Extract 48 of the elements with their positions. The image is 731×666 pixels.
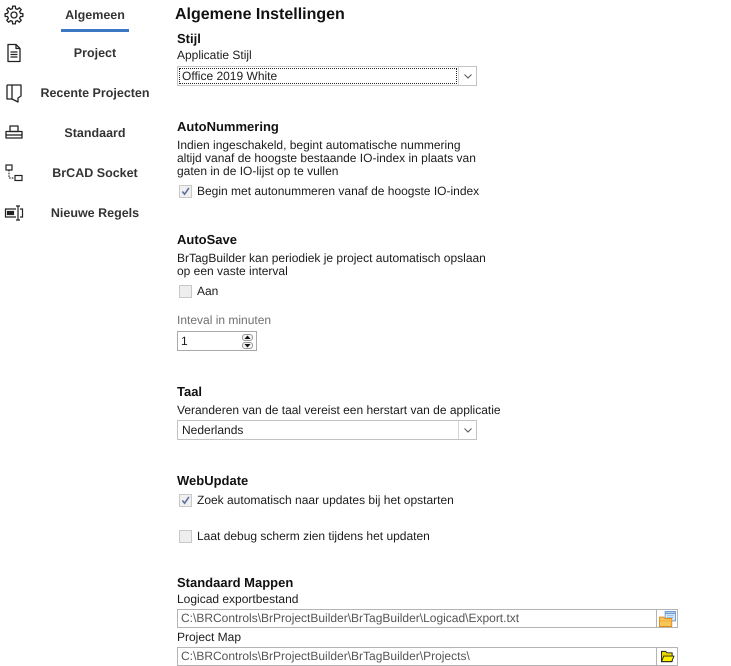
browse-button[interactable] xyxy=(656,648,677,665)
combobox[interactable]: Office 2019 White xyxy=(177,66,477,86)
sidebar-tab[interactable]: Standaard xyxy=(0,118,170,158)
path-field[interactable]: C:\BRControls\BrProjectBuilder\BrTagBuilder\Projects\ xyxy=(177,647,678,666)
combobox[interactable]: Nederlands xyxy=(177,420,477,440)
sidebar-tab[interactable]: BrCAD Socket xyxy=(0,158,170,198)
checkbox-label[interactable]: Aan xyxy=(197,284,218,298)
chevron-down-icon xyxy=(464,428,472,432)
checkbox-label[interactable]: Laat debug scherm zien tijdens het updaten xyxy=(197,529,430,543)
chevron-down-icon xyxy=(464,74,472,78)
check-icon xyxy=(181,496,190,504)
check-icon xyxy=(181,186,190,196)
section-heading: Taal xyxy=(177,383,204,401)
folder-icon xyxy=(660,650,674,663)
field-label: Project Map xyxy=(177,630,242,645)
text-field-icon xyxy=(4,203,24,223)
description-text: Veranderen van de taal vereist een herstart van de applicatie xyxy=(177,404,502,417)
section-heading: WebUpdate xyxy=(177,472,250,490)
folder-window-icon xyxy=(658,610,676,626)
connected-boxes-icon xyxy=(4,163,24,183)
checkbox[interactable] xyxy=(179,530,192,542)
sidebar-tab[interactable]: Algemeen xyxy=(0,0,170,38)
folded-page-icon xyxy=(4,83,24,103)
section-heading: Standaard Mappen xyxy=(177,574,294,592)
field-label: Logicad exportbestand xyxy=(177,592,300,607)
section-heading: AutoNummering xyxy=(177,118,280,136)
field-label: Inteval in minuten xyxy=(177,313,272,328)
triangle-down-icon xyxy=(242,342,253,348)
sidebar-tab[interactable]: Project xyxy=(0,38,170,78)
path-field[interactable]: C:\BRControls\BrProjectBuilder\BrTagBuilder\Logicad\Export.txt xyxy=(177,609,678,628)
number-field[interactable]: 1 xyxy=(177,331,257,351)
checkbox[interactable] xyxy=(179,184,192,198)
settings-icon xyxy=(4,5,24,25)
section-heading: AutoSave xyxy=(177,231,238,249)
spin-down-button[interactable] xyxy=(242,342,253,348)
sidebar-tab[interactable]: Recente Projecten xyxy=(0,78,170,118)
field-label: Applicatie Stijl xyxy=(177,48,253,63)
sidebar-tab[interactable]: Nieuwe Regels xyxy=(0,198,170,238)
page-title: Algemene Instellingen xyxy=(175,5,346,25)
spin-up-button[interactable] xyxy=(242,334,253,340)
triangle-up-icon xyxy=(242,334,253,340)
checkbox[interactable] xyxy=(179,494,192,506)
checkbox[interactable] xyxy=(179,284,192,298)
checkbox-label[interactable]: Begin met autonummeren vanaf de hoogste IO-index xyxy=(197,184,480,198)
description-text: Indien ingeschakeld, begint automatische nummering altijd vanaf de hoogste bestaande IO-index in plaats van gaten in de IO-lijst op te vullen xyxy=(177,139,477,178)
checkbox-label[interactable]: Zoek automatisch naar updates bij het opstarten xyxy=(197,493,454,507)
section-heading: Stijl xyxy=(177,30,202,48)
description-text: BrTagBuilder kan periodiek je project automatisch opslaan op een vaste interval xyxy=(177,252,487,278)
